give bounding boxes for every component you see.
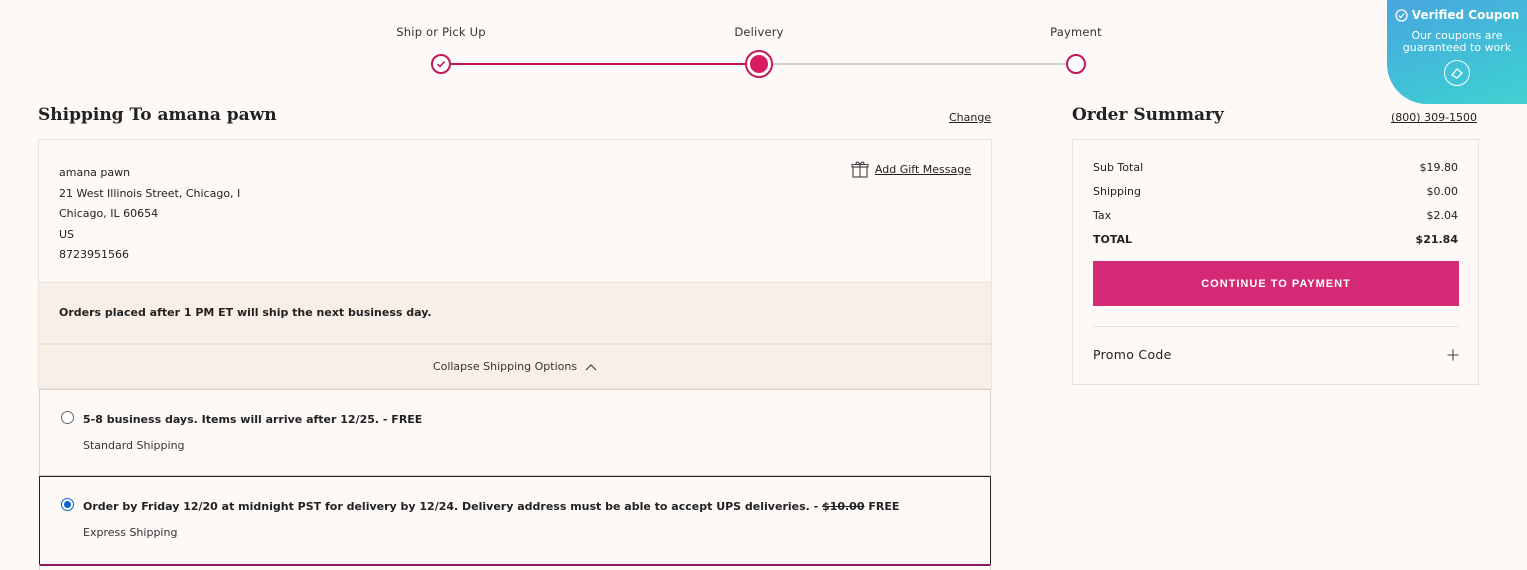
summary-row-total: TOTAL $21.84	[1093, 233, 1458, 246]
order-summary-card: Sub Total $19.80 Shipping $0.00 Tax $2.0…	[1072, 139, 1479, 385]
checkmark-icon	[436, 60, 446, 68]
step-dot-ship-or-pickup[interactable]	[431, 54, 451, 74]
summary-row-tax: Tax $2.04	[1093, 209, 1458, 222]
shipping-to-title: Shipping To amana pawn	[38, 105, 277, 125]
coupon-title: Verified Coupon	[1387, 8, 1527, 22]
shipping-address-card: amana pawn 21 West Illinois Street, Chic…	[38, 139, 992, 283]
step-connector-complete	[441, 63, 759, 65]
tax-value: $2.04	[1426, 209, 1459, 222]
coupon-subtitle: Our coupons are guaranteed to work	[1387, 30, 1527, 54]
collapse-shipping-options-label: Collapse Shipping Options	[432, 360, 578, 373]
coupon-logo-icon	[1444, 60, 1470, 86]
promo-code-toggle[interactable]: Promo Code	[1093, 347, 1459, 362]
express-shipping-description: Order by Friday 12/20 at midnight PST fo…	[83, 500, 899, 513]
shipping-value: $0.00	[1426, 185, 1459, 198]
step-label-ship-or-pickup: Ship or Pick Up	[396, 25, 486, 39]
verified-coupon-badge[interactable]: Verified Coupon Our coupons are guarante…	[1387, 0, 1527, 104]
radio-standard-shipping[interactable]	[61, 411, 74, 424]
next-shipping-option-edge	[39, 564, 991, 570]
standard-shipping-description: 5-8 business days. Items will arrive aft…	[83, 413, 423, 426]
express-shipping-name: Express Shipping	[83, 526, 178, 539]
step-label-payment: Payment	[1050, 25, 1102, 39]
step-dot-delivery	[745, 50, 773, 78]
tax-label: Tax	[1093, 209, 1112, 222]
address-phone: 8723951566	[59, 248, 129, 261]
add-gift-message-button[interactable]: Add Gift Message	[851, 160, 971, 178]
order-summary-title: Order Summary	[1072, 105, 1224, 125]
add-gift-message-label: Add Gift Message	[874, 162, 971, 176]
express-shipping-description-text: Order by Friday 12/20 at midnight PST fo…	[83, 500, 823, 513]
total-value: $21.84	[1415, 233, 1458, 246]
coupon-subtitle-line2: guaranteed to work	[1402, 41, 1512, 54]
change-address-link[interactable]: Change	[949, 111, 991, 124]
support-phone-link[interactable]: (800) 309-1500	[1391, 111, 1477, 124]
verified-check-icon	[1395, 8, 1408, 22]
summary-row-shipping: Shipping $0.00	[1093, 185, 1458, 198]
coupon-title-text: Verified Coupon	[1411, 8, 1520, 22]
express-original-price: $10.00	[822, 500, 865, 513]
checkout-progress-stepper: Ship or Pick Up Delivery Payment	[0, 0, 1527, 90]
step-connector-pending	[759, 63, 1076, 65]
address-city: Chicago, IL 60654	[59, 207, 159, 220]
chevron-up-icon	[585, 363, 597, 370]
address-country: US	[59, 227, 75, 241]
subtotal-label: Sub Total	[1093, 161, 1144, 174]
address-block: amana pawn 21 West Illinois Street, Chic…	[59, 163, 240, 266]
shipping-cutoff-notice: Orders placed after 1 PM ET will ship th…	[38, 283, 992, 344]
radio-express-shipping[interactable]	[61, 498, 74, 511]
address-name: amana pawn	[59, 166, 131, 179]
shipping-label: Shipping	[1093, 185, 1141, 198]
address-street: 21 West Illinois Street, Chicago, I	[59, 186, 241, 200]
plus-icon	[1447, 349, 1459, 360]
shipping-option-standard[interactable]: 5-8 business days. Items will arrive aft…	[39, 389, 991, 476]
total-label: TOTAL	[1093, 233, 1133, 246]
gift-icon	[851, 161, 869, 178]
collapse-shipping-options-toggle[interactable]: Collapse Shipping Options	[38, 344, 992, 389]
subtotal-value: $19.80	[1419, 161, 1459, 174]
promo-code-label: Promo Code	[1093, 347, 1172, 362]
summary-row-subtotal: Sub Total $19.80	[1093, 161, 1458, 174]
summary-divider	[1093, 326, 1459, 327]
standard-shipping-name: Standard Shipping	[83, 439, 185, 452]
step-label-delivery: Delivery	[734, 25, 784, 39]
continue-to-payment-button[interactable]: CONTINUE TO PAYMENT	[1093, 261, 1459, 306]
step-dot-payment	[1066, 54, 1086, 74]
express-price: FREE	[868, 500, 900, 513]
shipping-option-express[interactable]: Order by Friday 12/20 at midnight PST fo…	[39, 476, 991, 565]
